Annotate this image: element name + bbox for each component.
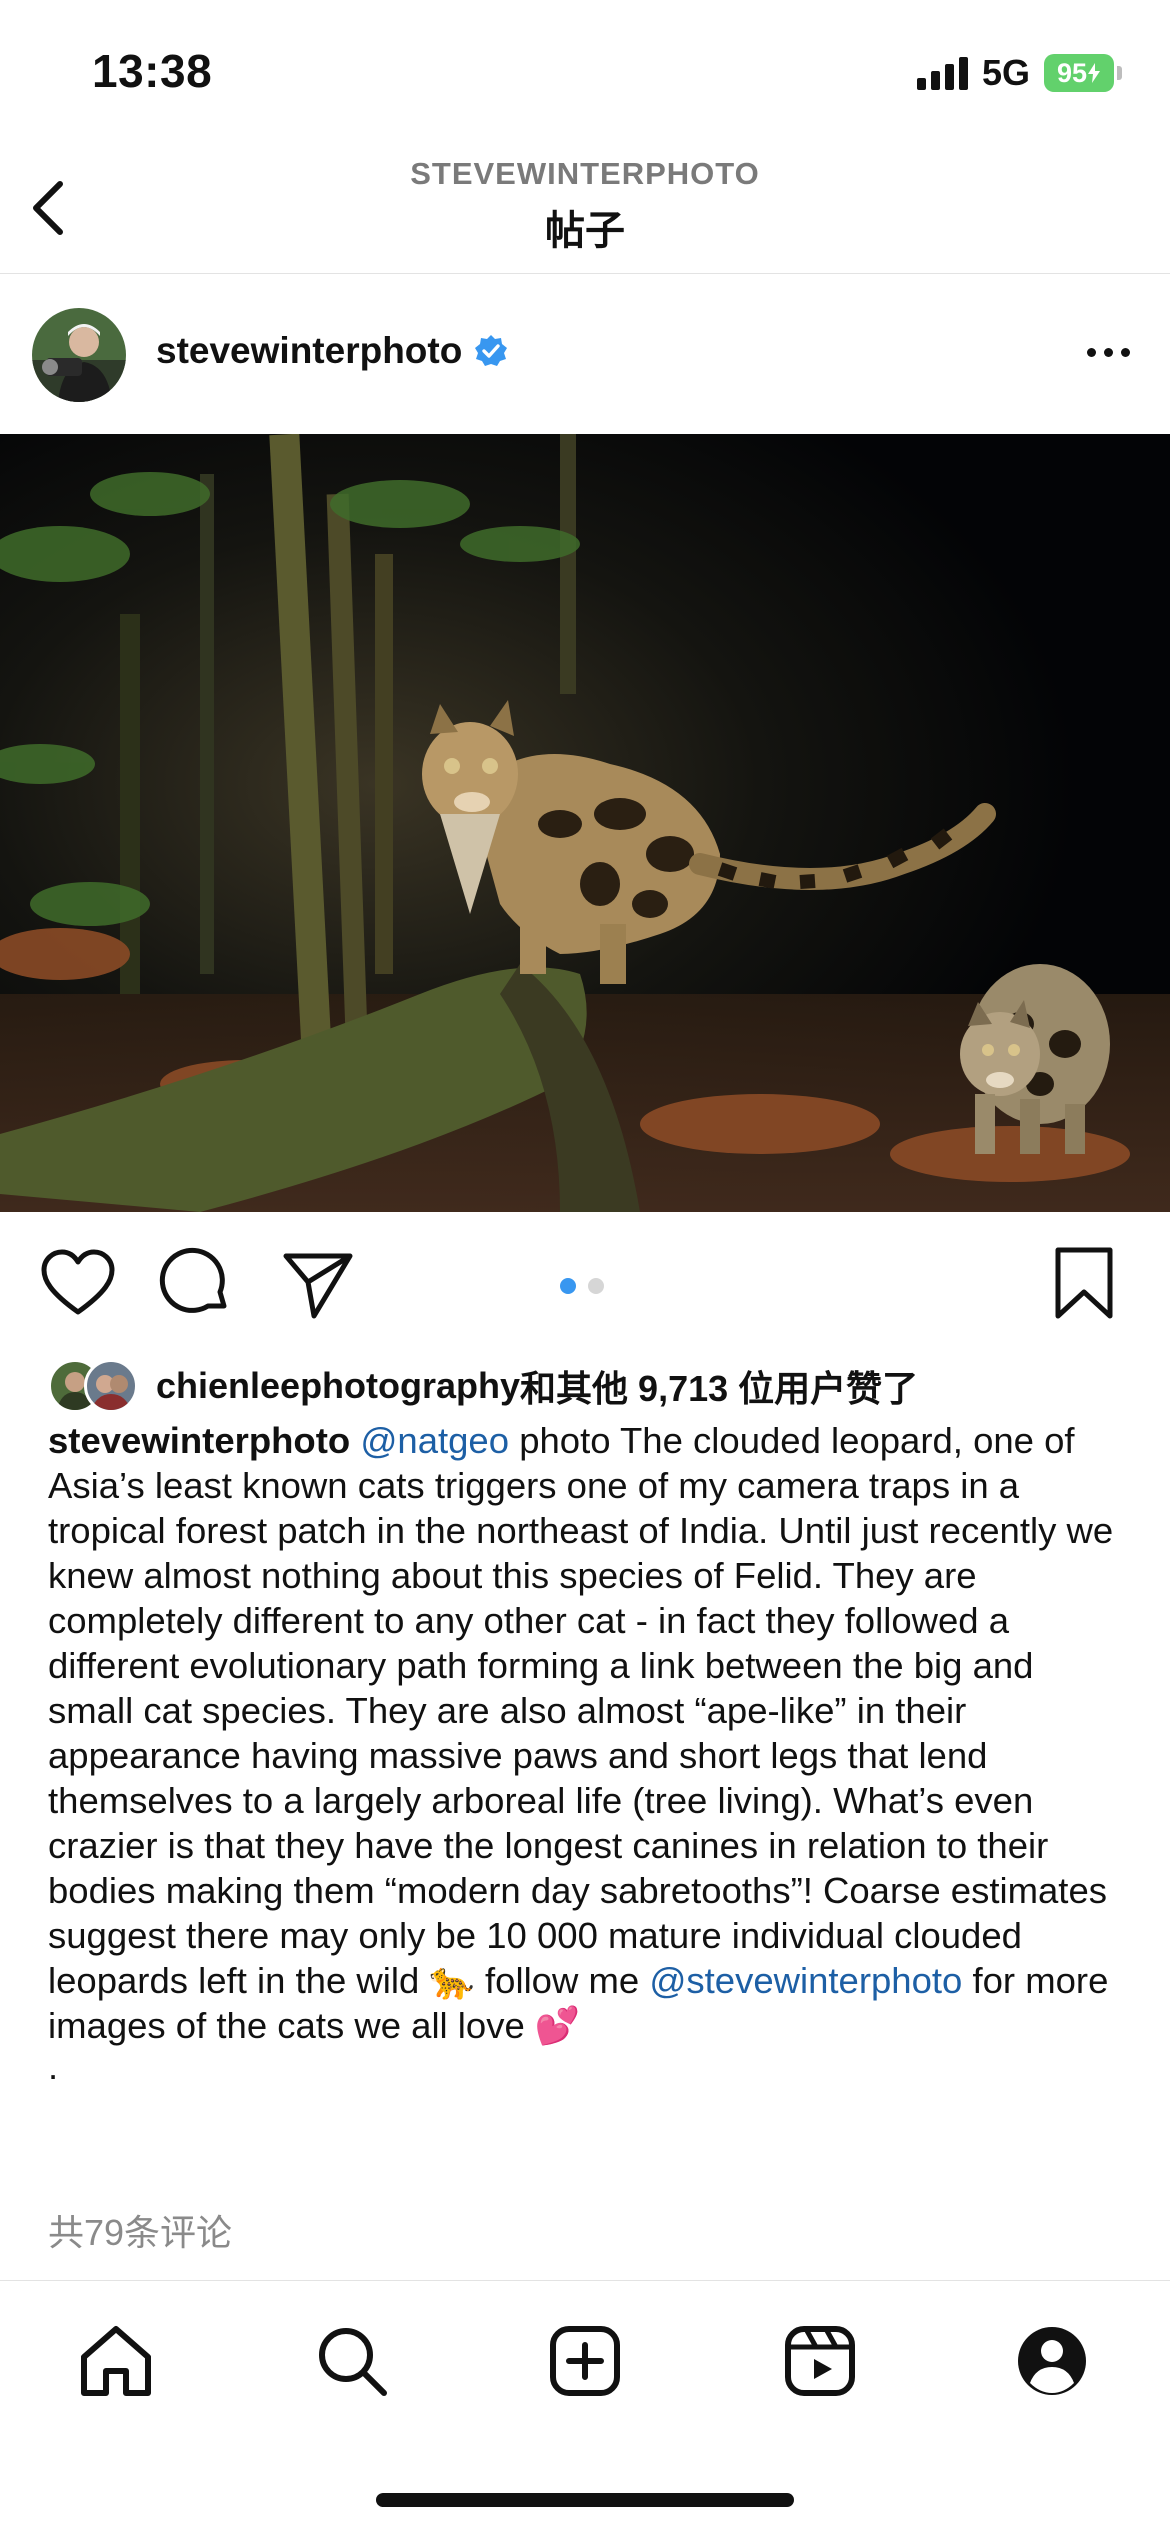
status-time: 13:38 — [92, 45, 213, 97]
post-username[interactable]: stevewinterphoto — [156, 330, 508, 372]
create-post-icon[interactable] — [545, 2321, 625, 2401]
battery-indicator: 95 — [1044, 54, 1122, 92]
reels-icon[interactable] — [780, 2321, 860, 2401]
caption-username[interactable]: stevewinterphoto — [48, 1420, 350, 1461]
carousel-indicator — [560, 1278, 604, 1294]
post-header: stevewinterphoto — [0, 274, 1170, 434]
search-icon[interactable] — [312, 2321, 392, 2401]
post-username-label: stevewinterphoto — [156, 330, 463, 371]
view-comments-link[interactable]: 共79条评论 — [48, 2204, 232, 2256]
status-indicators: 5G 95 — [916, 52, 1122, 94]
post-caption: stevewinterphoto @natgeo photo The cloud… — [48, 1418, 1128, 2089]
bookmark-icon[interactable] — [1046, 1246, 1122, 1322]
liker-avatars — [48, 1359, 144, 1413]
carousel-dot — [588, 1278, 604, 1294]
carousel-dot-active — [560, 1278, 576, 1294]
liker-username[interactable]: chienleephotography — [156, 1365, 520, 1407]
more-horizontal-icon[interactable] — [1087, 348, 1130, 357]
mention-natgeo[interactable]: @natgeo — [360, 1420, 509, 1461]
comment-bubble-icon[interactable] — [158, 1246, 234, 1322]
battery-level: 95 — [1056, 57, 1088, 88]
post-actions — [0, 1212, 1170, 1352]
page-title: 帖子 — [545, 209, 625, 253]
bottom-tab-bar — [0, 2280, 1170, 2532]
mention-stevewinterphoto[interactable]: @stevewinterphoto — [649, 1960, 962, 2001]
network-type: 5G — [981, 52, 1030, 93]
status-bar: 13:38 5G 95 — [0, 0, 1170, 150]
likes-row[interactable]: chienleephotography 和其他 9,713 位用户赞了 — [48, 1358, 918, 1414]
paper-plane-icon[interactable] — [280, 1246, 356, 1322]
home-icon[interactable] — [76, 2321, 156, 2401]
likes-count-text: 和其他 9,713 位用户赞了 — [520, 1368, 919, 1409]
avatar — [84, 1359, 138, 1413]
charging-bolt-icon — [1088, 63, 1101, 83]
post-photo[interactable] — [0, 434, 1170, 1212]
account-name: STEVEWINTERPHOTO — [410, 156, 760, 191]
home-indicator — [376, 2493, 794, 2507]
heart-icon[interactable] — [40, 1246, 116, 1322]
caption-trailer: . — [48, 2046, 59, 2087]
avatar[interactable] — [32, 308, 126, 402]
caption-text: photo The clouded leopard, one of Asia’s… — [48, 1420, 1114, 2001]
verified-badge-icon — [475, 335, 508, 366]
profile-icon[interactable] — [1012, 2321, 1092, 2401]
cellular-signal-icon — [916, 56, 968, 90]
nav-header: STEVEWINTERPHOTO 帖子 — [0, 150, 1170, 274]
